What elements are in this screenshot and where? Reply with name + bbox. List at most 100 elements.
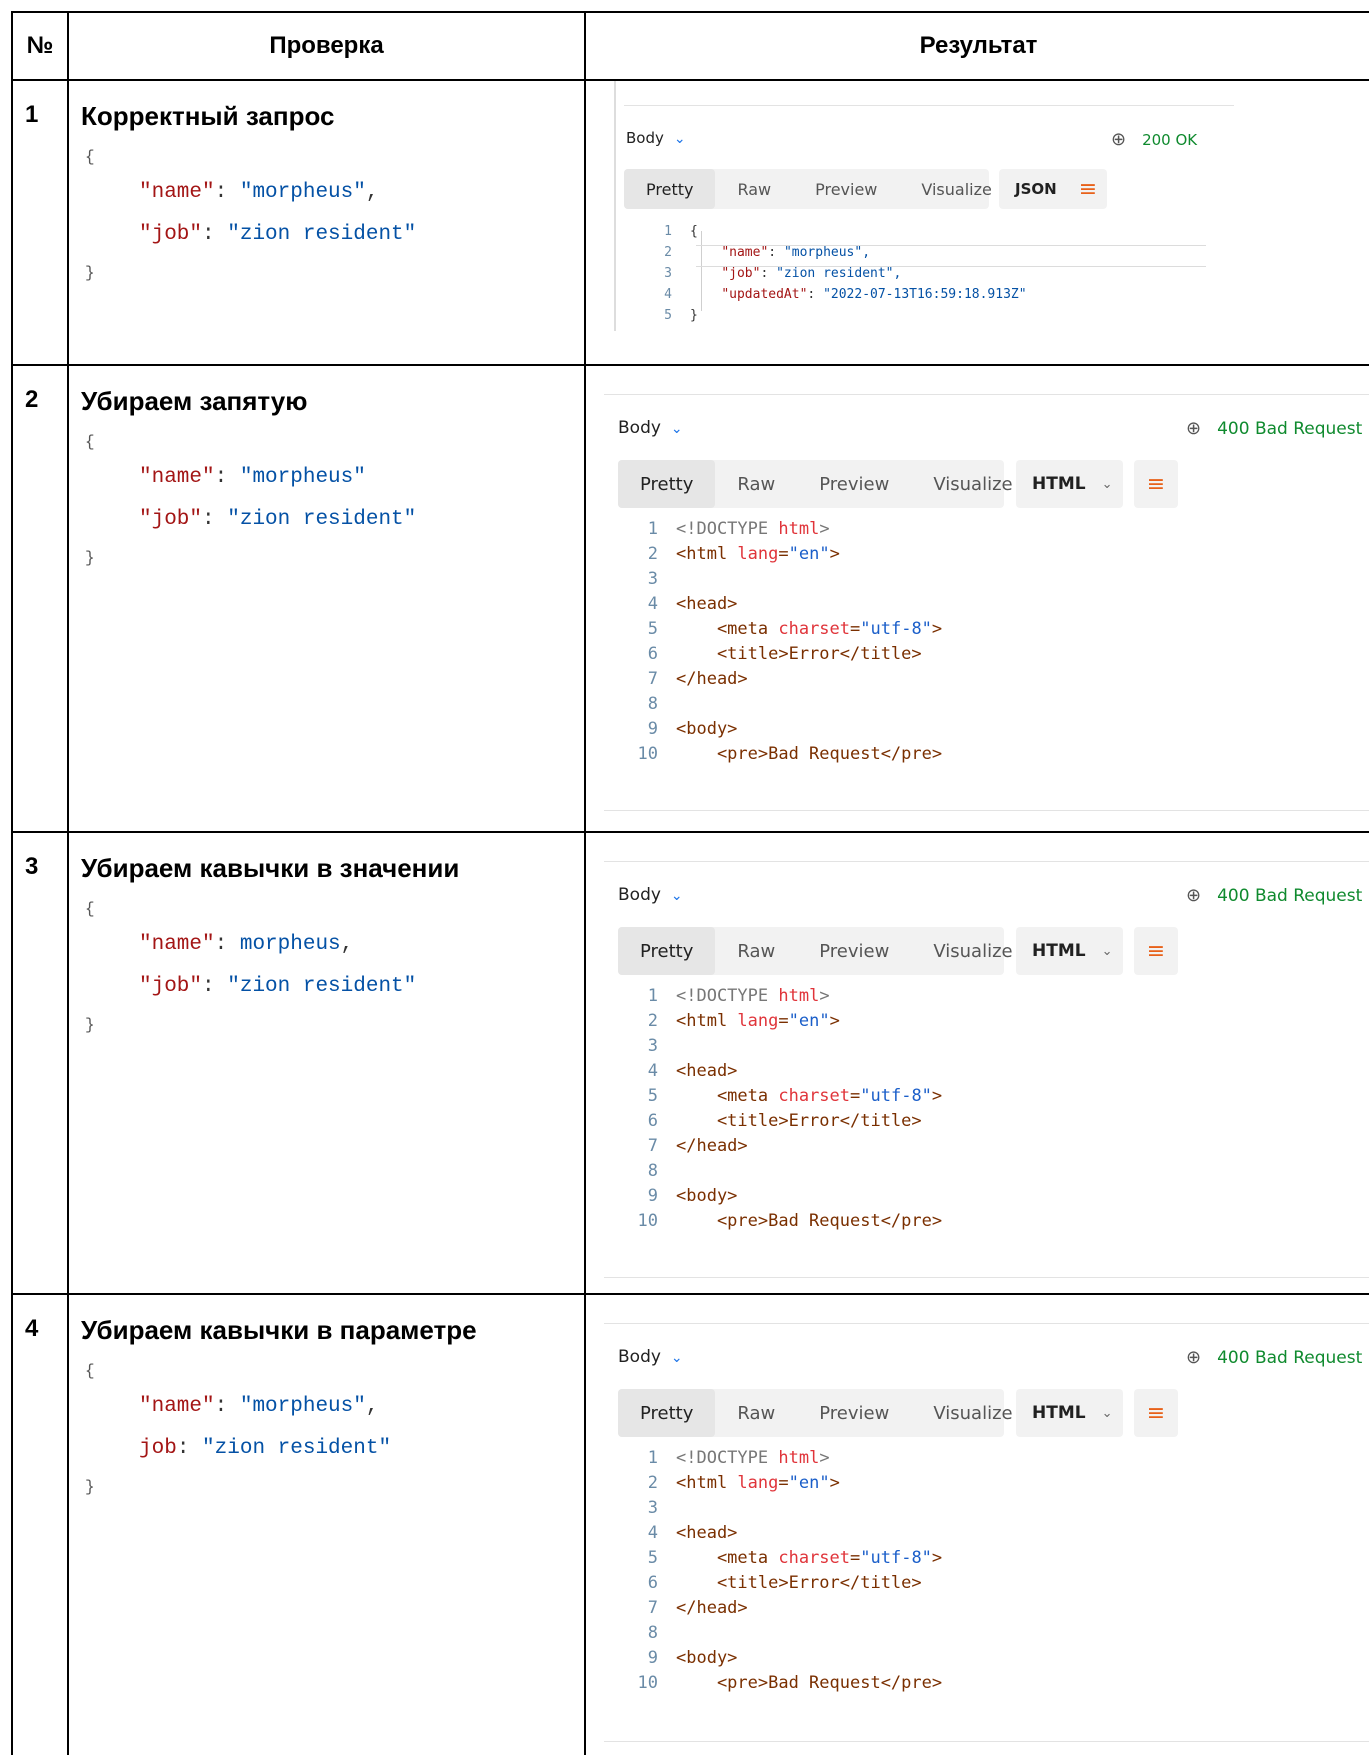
body-dropdown[interactable]: Body ⌄ xyxy=(618,418,683,438)
code-line: 5 <meta charset="utf-8"> xyxy=(618,1546,942,1571)
globe-lock-icon: ⊕ xyxy=(1186,885,1202,906)
wrap-lines-icon[interactable]: ≡ xyxy=(1134,927,1178,975)
postman-response-panel: Body ⌄ ⊕ 400 Bad Request Pretty Raw Previe… xyxy=(586,833,1369,1293)
code-line: 9 <body> xyxy=(618,1184,942,1209)
tab-raw[interactable]: Raw xyxy=(715,1389,797,1437)
code-token: <title>Error</title> xyxy=(676,1111,922,1131)
json-open-brace: { xyxy=(85,148,95,166)
format-select[interactable]: HTML ⌄ xyxy=(1016,460,1123,508)
code-value: "2022-07-13T16:59:18.913Z" xyxy=(823,287,1027,302)
json-line: "job": "zion resident" xyxy=(139,223,417,246)
chevron-down-icon: ⌄ xyxy=(670,421,683,437)
body-dropdown[interactable]: Body ⌄ xyxy=(618,885,683,905)
tab-preview[interactable]: Preview xyxy=(797,460,911,508)
tab-visualize[interactable]: Visualize xyxy=(899,169,1013,209)
code-line: 6 <title>Error</title> xyxy=(618,642,942,667)
json-line: "job": "zion resident" xyxy=(139,508,417,531)
status-badge: ⊕ 400 Bad Request xyxy=(1186,418,1362,439)
format-select[interactable]: HTML ⌄ xyxy=(1016,1389,1123,1437)
check-cell: Убираем кавычки в параметре { "name": "m… xyxy=(69,1295,584,1755)
code-line: 7 </head> xyxy=(618,667,942,692)
body-label: Body xyxy=(626,129,664,147)
tab-pretty[interactable]: Pretty xyxy=(618,460,716,508)
tab-preview[interactable]: Preview xyxy=(793,169,899,209)
tab-preview[interactable]: Preview xyxy=(797,1389,911,1437)
chevron-down-icon: ⌄ xyxy=(670,1350,683,1366)
wrap-lines-icon[interactable]: ≡ xyxy=(1069,169,1107,209)
code-value: "morpheus", xyxy=(783,245,871,260)
code-line: 1 <!DOCTYPE html> xyxy=(618,1446,942,1471)
code-token: <title>Error</title> xyxy=(676,644,922,664)
code-token: </head> xyxy=(676,669,748,689)
code-token: > xyxy=(829,1011,840,1031)
separator xyxy=(604,1323,1369,1324)
code-line: 5 <meta charset="utf-8"> xyxy=(618,617,942,642)
separator xyxy=(604,1741,1369,1742)
code-line: 3 "job": "zion resident", xyxy=(626,263,1027,284)
code-token: charset xyxy=(778,619,851,639)
code-line: 3 xyxy=(618,567,942,592)
tab-raw[interactable]: Raw xyxy=(715,927,797,975)
code-token: html xyxy=(778,519,820,539)
body-label: Body xyxy=(618,1347,661,1367)
code-token: <head> xyxy=(676,594,738,614)
code-token: > xyxy=(819,1448,830,1468)
code-line: 3 xyxy=(618,1034,942,1059)
code-token: > xyxy=(931,1548,943,1568)
code-key: "name" xyxy=(721,245,769,260)
code-line: 1 <!DOCTYPE html> xyxy=(618,984,942,1009)
code-token: <head> xyxy=(676,1061,738,1081)
line-number: 1 xyxy=(664,224,672,239)
header-num: № xyxy=(26,32,54,59)
code-token: <pre>Bad Request</pre> xyxy=(676,1673,943,1693)
tab-preview[interactable]: Preview xyxy=(797,927,911,975)
code-token: <body> xyxy=(676,719,738,739)
tab-raw[interactable]: Raw xyxy=(715,460,797,508)
json-comma: , xyxy=(340,933,354,956)
code-token: lang xyxy=(737,1473,779,1493)
comparison-table: № Проверка Результат 1 Корректный запрос… xyxy=(11,11,1369,1755)
tab-pretty[interactable]: Pretty xyxy=(618,927,716,975)
line-number: 7 xyxy=(647,669,658,689)
code-line: 4 <head> xyxy=(618,1521,942,1546)
format-select[interactable]: HTML ⌄ xyxy=(1016,927,1123,975)
code-line: 7 </head> xyxy=(618,1134,942,1159)
code-line: 5} xyxy=(626,305,1027,326)
body-dropdown[interactable]: Body ⌄ xyxy=(626,129,686,147)
view-tabs: Pretty Raw Preview Visualize xyxy=(618,1389,1013,1437)
header-result: Результат xyxy=(919,32,1038,59)
row-number: 1 xyxy=(25,101,39,128)
body-label: Body xyxy=(618,885,661,905)
status-badge: ⊕ 400 Bad Request xyxy=(1186,1347,1362,1368)
line-number: 2 xyxy=(664,245,672,260)
code-line: 8 xyxy=(618,1621,942,1646)
view-tabs: Pretty Raw Preview Visualize xyxy=(618,927,1013,975)
status-badge: ⊕ 200 OK xyxy=(1111,129,1197,150)
body-dropdown[interactable]: Body ⌄ xyxy=(618,1347,683,1367)
line-number: 8 xyxy=(647,1161,658,1181)
code-value: "zion resident", xyxy=(776,266,902,281)
tab-pretty[interactable]: Pretty xyxy=(618,1389,716,1437)
json-key: "job" xyxy=(139,508,203,531)
json-key: "name" xyxy=(139,1395,215,1418)
code-line: 7 </head> xyxy=(618,1596,942,1621)
separator xyxy=(604,1277,1369,1278)
tab-pretty[interactable]: Pretty xyxy=(624,169,716,209)
code-token: "utf-8" xyxy=(860,1086,932,1106)
wrap-lines-icon[interactable]: ≡ xyxy=(1134,460,1178,508)
format-value: HTML xyxy=(1032,941,1086,961)
code-token: charset xyxy=(778,1548,851,1568)
code-line: 8 xyxy=(618,692,942,717)
line-number: 4 xyxy=(647,594,658,614)
separator xyxy=(604,861,1369,862)
check-title: Убираем запятую xyxy=(81,386,308,416)
panel-edge xyxy=(614,81,616,331)
wrap-lines-icon[interactable]: ≡ xyxy=(1134,1389,1178,1437)
tab-raw[interactable]: Raw xyxy=(715,169,793,209)
line-number: 5 xyxy=(647,1086,658,1106)
json-close-brace: } xyxy=(85,549,95,567)
code-token: <html xyxy=(676,1473,738,1493)
json-value: morpheus xyxy=(239,933,341,956)
globe-lock-icon: ⊕ xyxy=(1186,1347,1202,1368)
line-number: 9 xyxy=(647,1648,658,1668)
